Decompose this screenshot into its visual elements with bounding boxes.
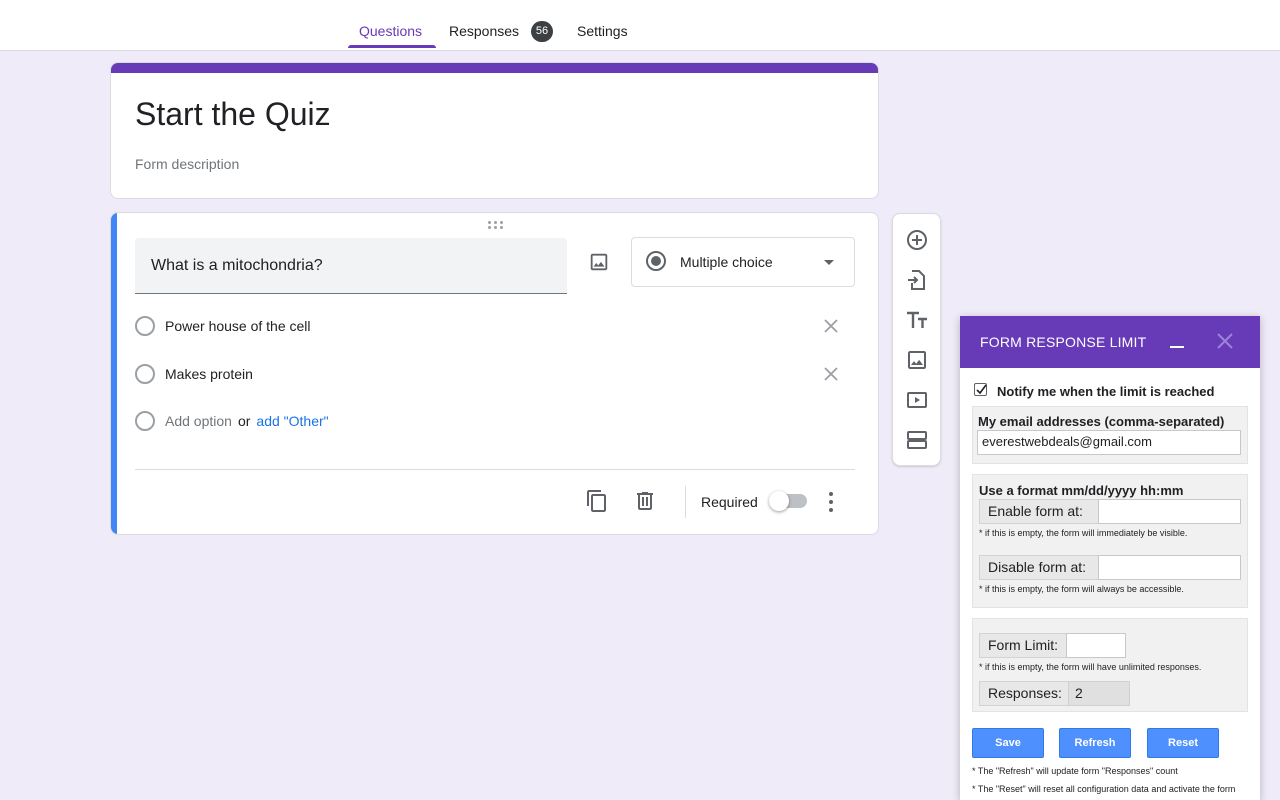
option-row[interactable]: Power house of the cell xyxy=(135,314,855,338)
required-toggle[interactable] xyxy=(769,491,807,511)
radio-button-icon xyxy=(646,251,666,271)
form-title[interactable]: Start the Quiz xyxy=(135,96,331,133)
form-description-field[interactable]: Form description xyxy=(135,156,239,172)
drag-handle-icon[interactable] xyxy=(488,221,504,231)
add-option-link[interactable]: Add option xyxy=(165,413,232,429)
dropdown-arrow-icon xyxy=(824,260,834,265)
save-button[interactable]: Save xyxy=(972,728,1044,758)
option-radio-icon xyxy=(135,364,155,384)
disable-form-label: Disable form at: xyxy=(979,555,1099,580)
refresh-note: * The "Refresh" will update form "Respon… xyxy=(972,766,1178,776)
option-text[interactable]: Power house of the cell xyxy=(165,318,311,334)
duplicate-icon[interactable] xyxy=(585,489,609,513)
add-other-link[interactable]: add "Other" xyxy=(256,413,328,429)
option-radio-icon xyxy=(135,411,155,431)
add-video-icon[interactable] xyxy=(905,388,929,412)
notify-checkbox[interactable] xyxy=(974,383,987,396)
active-tab-indicator xyxy=(348,45,436,48)
panel-header: FORM RESPONSE LIMIT xyxy=(960,316,1260,368)
disable-form-input[interactable] xyxy=(1098,555,1241,580)
email-field[interactable]: everestwebdeals@gmail.com xyxy=(977,430,1241,455)
add-image-icon[interactable] xyxy=(905,348,929,372)
email-group: My email addresses (comma-separated) eve… xyxy=(972,406,1248,464)
refresh-button[interactable]: Refresh xyxy=(1059,728,1131,758)
form-title-card: Start the Quiz Form description xyxy=(110,62,879,199)
active-question-stripe xyxy=(111,213,117,534)
form-response-limit-panel: FORM RESPONSE LIMIT Notify me when the l… xyxy=(960,316,1260,800)
enable-form-hint: * if this is empty, the form will immedi… xyxy=(979,528,1188,538)
format-label: Use a format mm/dd/yyyy hh:mm xyxy=(979,483,1184,498)
enable-form-input[interactable] xyxy=(1098,499,1241,524)
limit-group: Form Limit: * if this is empty, the form… xyxy=(972,618,1248,712)
add-section-icon[interactable] xyxy=(905,428,929,452)
add-image-to-question-icon[interactable] xyxy=(588,251,610,273)
schedule-group: Use a format mm/dd/yyyy hh:mm Enable for… xyxy=(972,474,1248,608)
top-tab-bar: Questions Responses 56 Settings xyxy=(0,0,1280,51)
question-card[interactable]: What is a mitochondria? Multiple choice … xyxy=(110,212,879,535)
option-row[interactable]: Makes protein xyxy=(135,362,855,386)
question-type-dropdown[interactable]: Multiple choice xyxy=(631,237,855,287)
question-type-label: Multiple choice xyxy=(680,254,773,270)
question-footer-divider xyxy=(135,469,855,470)
form-limit-label: Form Limit: xyxy=(979,633,1067,658)
add-question-icon[interactable] xyxy=(905,228,929,252)
enable-form-label: Enable form at: xyxy=(979,499,1099,524)
add-title-icon[interactable] xyxy=(905,308,929,332)
minimize-icon[interactable] xyxy=(1170,346,1184,348)
or-text: or xyxy=(237,413,251,429)
reset-note: * The "Reset" will reset all configurati… xyxy=(972,784,1236,794)
required-label: Required xyxy=(701,494,758,510)
footer-separator xyxy=(685,486,686,518)
delete-icon[interactable] xyxy=(633,489,657,513)
responses-label: Responses: xyxy=(979,681,1069,706)
tab-responses[interactable]: Responses xyxy=(449,0,519,50)
disable-form-hint: * if this is empty, the form will always… xyxy=(979,584,1184,594)
add-option-row: Add option or add "Other" xyxy=(135,409,535,433)
remove-option-icon[interactable] xyxy=(821,364,841,384)
option-text[interactable]: Makes protein xyxy=(165,366,253,382)
option-radio-icon xyxy=(135,316,155,336)
question-title-input[interactable]: What is a mitochondria? xyxy=(135,238,567,294)
notify-label: Notify me when the limit is reached xyxy=(997,384,1215,399)
more-options-icon[interactable] xyxy=(821,490,841,514)
email-label: My email addresses (comma-separated) xyxy=(978,414,1225,429)
tab-questions[interactable]: Questions xyxy=(359,0,422,50)
title-card-accent-stripe xyxy=(111,63,878,73)
close-icon[interactable] xyxy=(1216,332,1234,350)
import-questions-icon[interactable] xyxy=(905,268,929,292)
toggle-knob xyxy=(769,491,789,511)
form-limit-hint: * if this is empty, the form will have u… xyxy=(979,662,1202,672)
responses-count-field: 2 xyxy=(1068,681,1130,706)
tab-settings[interactable]: Settings xyxy=(577,0,628,50)
floating-toolbar xyxy=(892,213,941,466)
panel-title: FORM RESPONSE LIMIT xyxy=(980,334,1147,350)
remove-option-icon[interactable] xyxy=(821,316,841,336)
reset-button[interactable]: Reset xyxy=(1147,728,1219,758)
form-limit-input[interactable] xyxy=(1066,633,1126,658)
responses-count-badge: 56 xyxy=(531,21,553,42)
question-title-text: What is a mitochondria? xyxy=(151,257,323,274)
